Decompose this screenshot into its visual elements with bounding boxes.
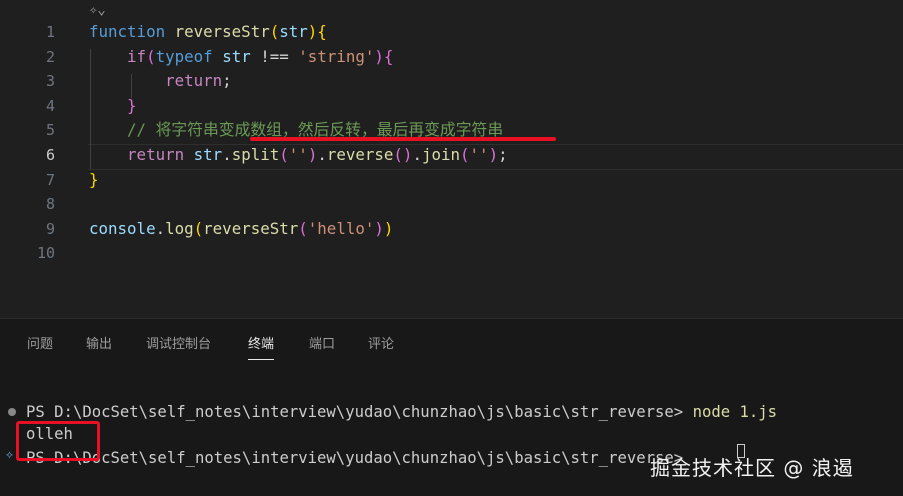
bracket: ()	[393, 145, 413, 164]
bracket: (	[193, 218, 204, 238]
bracket: (	[460, 145, 470, 164]
punctuation: .	[317, 145, 327, 164]
variable: console	[89, 218, 156, 238]
keyword: typeof	[155, 46, 213, 66]
punctuation: .	[155, 218, 166, 238]
bracket: (	[146, 46, 156, 66]
tab-comments[interactable]: 评论	[368, 333, 394, 352]
line-number: 3	[45, 72, 55, 91]
bracket: )	[383, 218, 394, 238]
string: ''	[469, 145, 489, 164]
operator: !==	[250, 46, 299, 66]
function-name: reverseStr	[203, 218, 299, 238]
code-line-2[interactable]: 2 if(typeof str !== 'string'){	[0, 45, 903, 70]
terminal-prompt: PS D:\DocSet\self_notes\interview\yudao\…	[26, 403, 693, 421]
method: log	[165, 218, 194, 238]
keyword: return	[127, 145, 185, 164]
code-line-7[interactable]: 7 }	[0, 168, 903, 193]
command-decoration-icon[interactable]	[8, 408, 16, 416]
function-name: reverseStr	[174, 22, 270, 41]
terminal-line-1[interactable]: PS D:\DocSet\self_notes\interview\yudao\…	[26, 401, 777, 423]
bracket: (	[298, 218, 308, 238]
code-line-8[interactable]: 8	[0, 192, 903, 217]
tab-ports[interactable]: 端口	[309, 333, 335, 352]
watermark: 掘金技术社区 @ 浪遏	[650, 456, 854, 480]
bracket: {	[317, 22, 327, 41]
bracket: )	[488, 145, 499, 164]
line-number: 8	[45, 195, 55, 214]
terminal-line-3[interactable]: PS D:\DocSet\self_notes\interview\yudao\…	[26, 447, 693, 469]
line-number: 5	[45, 121, 55, 140]
red-box-annotation	[16, 421, 100, 461]
string: 'hello'	[307, 218, 375, 238]
bracket: {	[383, 46, 394, 66]
line-number: 6	[45, 146, 55, 164]
punctuation: .	[412, 145, 422, 164]
punctuation: ;	[222, 71, 232, 91]
red-underline-annotation	[250, 137, 556, 141]
keyword: return	[165, 71, 223, 91]
tab-output[interactable]: 输出	[86, 333, 112, 352]
code-line-3[interactable]: 3 return;	[0, 69, 903, 94]
variable: str	[222, 46, 251, 66]
line-number: 4	[45, 96, 55, 115]
bracket: )	[307, 22, 318, 41]
punctuation: .	[222, 145, 232, 164]
tab-problems[interactable]: 问题	[27, 333, 53, 352]
code-line-1[interactable]: 1 function reverseStr(str){	[0, 20, 903, 45]
punctuation: ;	[498, 145, 508, 164]
code-line-6[interactable]: 6 return str.split('').reverse().join(''…	[0, 143, 903, 168]
param: str	[279, 22, 308, 41]
bottom-panel: 问题 输出 调试控制台 终端 端口 评论 PS D:\DocSet\self_n…	[0, 318, 903, 496]
terminal-command: node 1.js	[692, 403, 778, 421]
string: ''	[288, 145, 308, 164]
tab-terminal[interactable]: 终端	[248, 333, 275, 360]
keyword: if	[127, 46, 147, 66]
panel-tabs: 问题 输出 调试控制台 终端 端口 评论	[0, 319, 903, 365]
sparkle-icon[interactable]: ✧	[5, 445, 14, 463]
bracket: )	[374, 218, 384, 238]
sparkle-chevron-icon[interactable]: ✧⌄	[89, 2, 106, 18]
code-line-4[interactable]: 4 }	[0, 94, 903, 119]
terminal-prompt: PS D:\DocSet\self_notes\interview\yudao\…	[26, 449, 693, 467]
bracket: )	[374, 46, 384, 66]
bracket: (	[279, 145, 289, 164]
code-editor[interactable]: ✧⌄ 1 function reverseStr(str){ 2 if(type…	[0, 0, 903, 318]
line-number: 9	[45, 219, 55, 238]
line-number: 1	[45, 23, 55, 41]
bracket: (	[269, 22, 280, 41]
method: reverse	[326, 145, 394, 164]
line-number: 2	[45, 47, 55, 66]
tab-debug-console[interactable]: 调试控制台	[146, 333, 211, 352]
code-line-9[interactable]: 9 console.log(reverseStr('hello'))	[0, 217, 903, 242]
line-number: 10	[36, 244, 55, 263]
bracket: }	[89, 169, 99, 189]
variable: str	[193, 145, 223, 164]
code-line-10[interactable]: 10	[0, 241, 903, 266]
keyword: function	[89, 22, 166, 41]
bracket: }	[127, 95, 137, 115]
method: split	[231, 145, 280, 164]
method: join	[421, 145, 461, 164]
bracket: )	[307, 145, 318, 164]
line-number: 7	[45, 170, 55, 189]
string: 'string'	[298, 46, 375, 66]
